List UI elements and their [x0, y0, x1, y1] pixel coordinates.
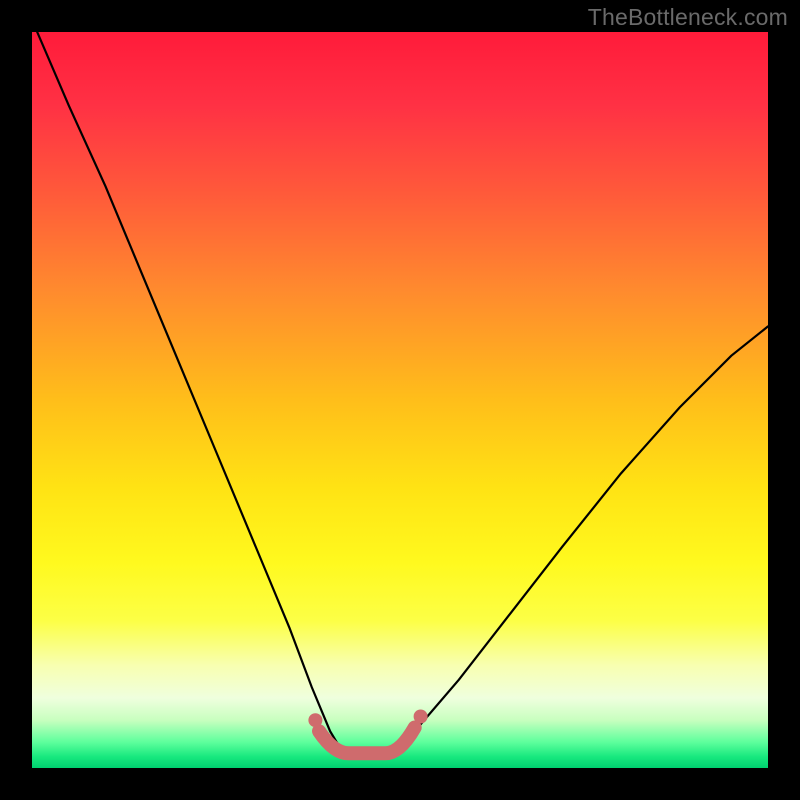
watermark-text: TheBottleneck.com [588, 4, 788, 31]
chart-stage: TheBottleneck.com [0, 0, 800, 800]
plot-area [32, 32, 768, 768]
chart-svg [0, 0, 800, 800]
highlight-dot-left [308, 713, 322, 727]
highlight-dot-right [414, 710, 428, 724]
